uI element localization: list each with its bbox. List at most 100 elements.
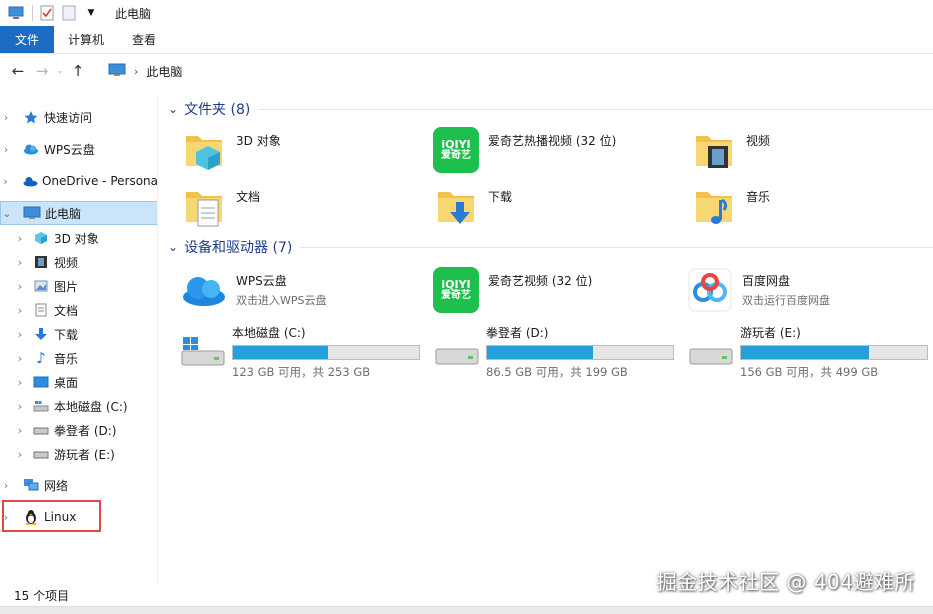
- nav-label: 文档: [54, 303, 79, 318]
- tab-view[interactable]: 查看: [118, 26, 170, 53]
- folder-documents[interactable]: 文档: [180, 182, 260, 230]
- system-drive-icon: [178, 321, 228, 369]
- expand-chevron-icon[interactable]: ›: [0, 479, 12, 492]
- nav-item-drive-c[interactable]: › 本地磁盘 (C:): [0, 394, 157, 418]
- drive-icon: [32, 446, 50, 462]
- device-iqiyi[interactable]: iQIYI 爱奇艺 爱奇艺视频 (32 位): [432, 266, 592, 314]
- folder-videos[interactable]: 视频: [690, 126, 770, 174]
- nav-item-videos[interactable]: › 视频: [0, 250, 157, 274]
- nav-label: 图片: [54, 279, 79, 294]
- group-header-devices[interactable]: ⌄ 设备和驱动器 (7): [162, 236, 933, 258]
- nav-item-3d-objects[interactable]: › 3D 对象: [0, 226, 157, 250]
- drive-usage-fill: [487, 346, 594, 359]
- drive-d[interactable]: 拳登者 (D:) 86.5 GB 可用，共 199 GB: [432, 321, 684, 379]
- folder-downloads[interactable]: 下载: [432, 182, 512, 230]
- nav-item-drive-e[interactable]: › 游玩者 (E:): [0, 442, 157, 466]
- folder-3d-objects[interactable]: 3D 对象: [180, 126, 281, 174]
- nav-item-quick-access[interactable]: › 快速访问: [0, 105, 157, 129]
- customize-toolbar-icon[interactable]: ▼: [83, 5, 99, 21]
- expand-chevron-icon[interactable]: ›: [14, 328, 26, 341]
- picture-icon: [32, 278, 50, 294]
- expand-chevron-icon[interactable]: ›: [0, 143, 12, 156]
- tile-label: 视频: [746, 134, 771, 148]
- nav-item-this-pc[interactable]: ⌄ 此电脑: [0, 201, 157, 225]
- document-icon: [32, 302, 50, 318]
- expand-chevron-icon[interactable]: ›: [0, 175, 11, 188]
- tab-computer[interactable]: 计算机: [54, 26, 118, 53]
- nav-label: 桌面: [54, 375, 79, 390]
- expand-chevron-icon[interactable]: ›: [14, 304, 26, 317]
- expand-chevron-icon[interactable]: ›: [14, 400, 26, 413]
- title-bar: ▼ 此电脑: [0, 0, 933, 26]
- nav-label: 网络: [44, 478, 69, 493]
- folder-iqiyi-hot[interactable]: iQIYI 爱奇艺 爱奇艺热播视频 (32 位): [432, 126, 616, 174]
- nav-item-pictures[interactable]: › 图片: [0, 274, 157, 298]
- computer-icon[interactable]: [8, 5, 24, 21]
- drive-label: 游玩者 (E:): [740, 326, 801, 340]
- collapse-chevron-icon[interactable]: ⌄: [168, 240, 178, 254]
- nav-item-music[interactable]: › ♪ 音乐: [0, 346, 157, 370]
- nav-label: 下载: [54, 327, 79, 342]
- drive-free-space: 156 GB 可用，共 499 GB: [740, 365, 879, 379]
- nav-item-drive-d[interactable]: › 拳登者 (D:): [0, 418, 157, 442]
- navigation-pane: › 快速访问 › WPS云盘 › OneDrive - Persona ⌄ 此电…: [0, 96, 158, 582]
- bottom-strip: [0, 606, 933, 614]
- expand-chevron-icon[interactable]: ›: [14, 232, 26, 245]
- expand-chevron-icon[interactable]: ›: [14, 424, 26, 437]
- folder-music[interactable]: 音乐: [690, 182, 770, 230]
- nav-label: 3D 对象: [54, 231, 99, 246]
- tile-subtitle: 双击进入WPS云盘: [236, 294, 327, 307]
- linux-highlight-box: [2, 500, 101, 532]
- nav-label: 视频: [54, 255, 79, 270]
- nav-label: 游玩者 (E:): [54, 447, 115, 462]
- breadcrumb-item[interactable]: 此电脑: [146, 63, 182, 80]
- cube-icon: [32, 230, 50, 246]
- address-bar[interactable]: › 此电脑: [104, 59, 933, 83]
- tile-label: 文档: [236, 190, 261, 204]
- new-folder-icon[interactable]: [61, 5, 77, 21]
- up-arrow-icon[interactable]: ↑: [67, 60, 89, 82]
- expand-chevron-icon[interactable]: ›: [14, 448, 26, 461]
- collapse-chevron-icon[interactable]: ⌄: [168, 102, 178, 116]
- tile-label: 爱奇艺视频 (32 位): [488, 274, 593, 288]
- forward-arrow-icon[interactable]: →: [31, 60, 53, 82]
- expand-chevron-icon[interactable]: ›: [14, 376, 26, 389]
- expand-chevron-icon[interactable]: ›: [14, 352, 26, 365]
- iqiyi-logo-text: 爱奇艺: [441, 149, 471, 161]
- nav-item-onedrive[interactable]: › OneDrive - Persona: [0, 169, 157, 193]
- drive-label: 拳登者 (D:): [486, 326, 549, 340]
- drive-usage-fill: [741, 346, 870, 359]
- drive-c[interactable]: 本地磁盘 (C:) 123 GB 可用，共 253 GB: [178, 321, 430, 379]
- nav-item-downloads[interactable]: › 下载: [0, 322, 157, 346]
- tab-file[interactable]: 文件: [0, 26, 55, 53]
- computer-icon: [23, 205, 41, 221]
- group-header-folders[interactable]: ⌄ 文件夹 (8): [162, 98, 933, 120]
- device-baidu-netdisk[interactable]: 百度网盘 双击运行百度网盘: [686, 266, 830, 314]
- properties-icon[interactable]: [39, 5, 55, 21]
- nav-item-documents[interactable]: › 文档: [0, 298, 157, 322]
- nav-item-desktop[interactable]: › 桌面: [0, 370, 157, 394]
- collapse-chevron-icon[interactable]: ⌄: [1, 207, 13, 220]
- drive-usage-bar: [232, 345, 420, 360]
- expand-chevron-icon[interactable]: ›: [0, 111, 12, 124]
- drive-usage-fill: [233, 346, 328, 359]
- iqiyi-icon: iQIYI 爱奇艺: [432, 126, 480, 174]
- folder-download-icon: [432, 182, 480, 230]
- expand-chevron-icon[interactable]: ›: [14, 256, 26, 269]
- tile-label: WPS云盘: [236, 274, 287, 288]
- back-arrow-icon[interactable]: ←: [7, 60, 29, 82]
- wps-cloud-icon: [180, 266, 228, 314]
- breadcrumb-chevron-icon[interactable]: ›: [134, 65, 138, 78]
- recent-locations-icon[interactable]: ⌄: [53, 60, 67, 82]
- nav-label: 此电脑: [45, 206, 82, 221]
- network-icon: [22, 477, 40, 493]
- device-wps-cloud[interactable]: WPS云盘 双击进入WPS云盘: [180, 266, 327, 314]
- drive-e[interactable]: 游玩者 (E:) 156 GB 可用，共 499 GB: [686, 321, 933, 379]
- nav-item-wps-cloud[interactable]: › WPS云盘: [0, 137, 157, 161]
- navigation-bar: ← → ⌄ ↑ › 此电脑: [0, 56, 933, 86]
- group-title: 文件夹 (8): [184, 102, 251, 118]
- drive-free-space: 123 GB 可用，共 253 GB: [232, 365, 371, 379]
- computer-icon: [108, 63, 126, 80]
- expand-chevron-icon[interactable]: ›: [14, 280, 26, 293]
- nav-item-network[interactable]: › 网络: [0, 473, 157, 497]
